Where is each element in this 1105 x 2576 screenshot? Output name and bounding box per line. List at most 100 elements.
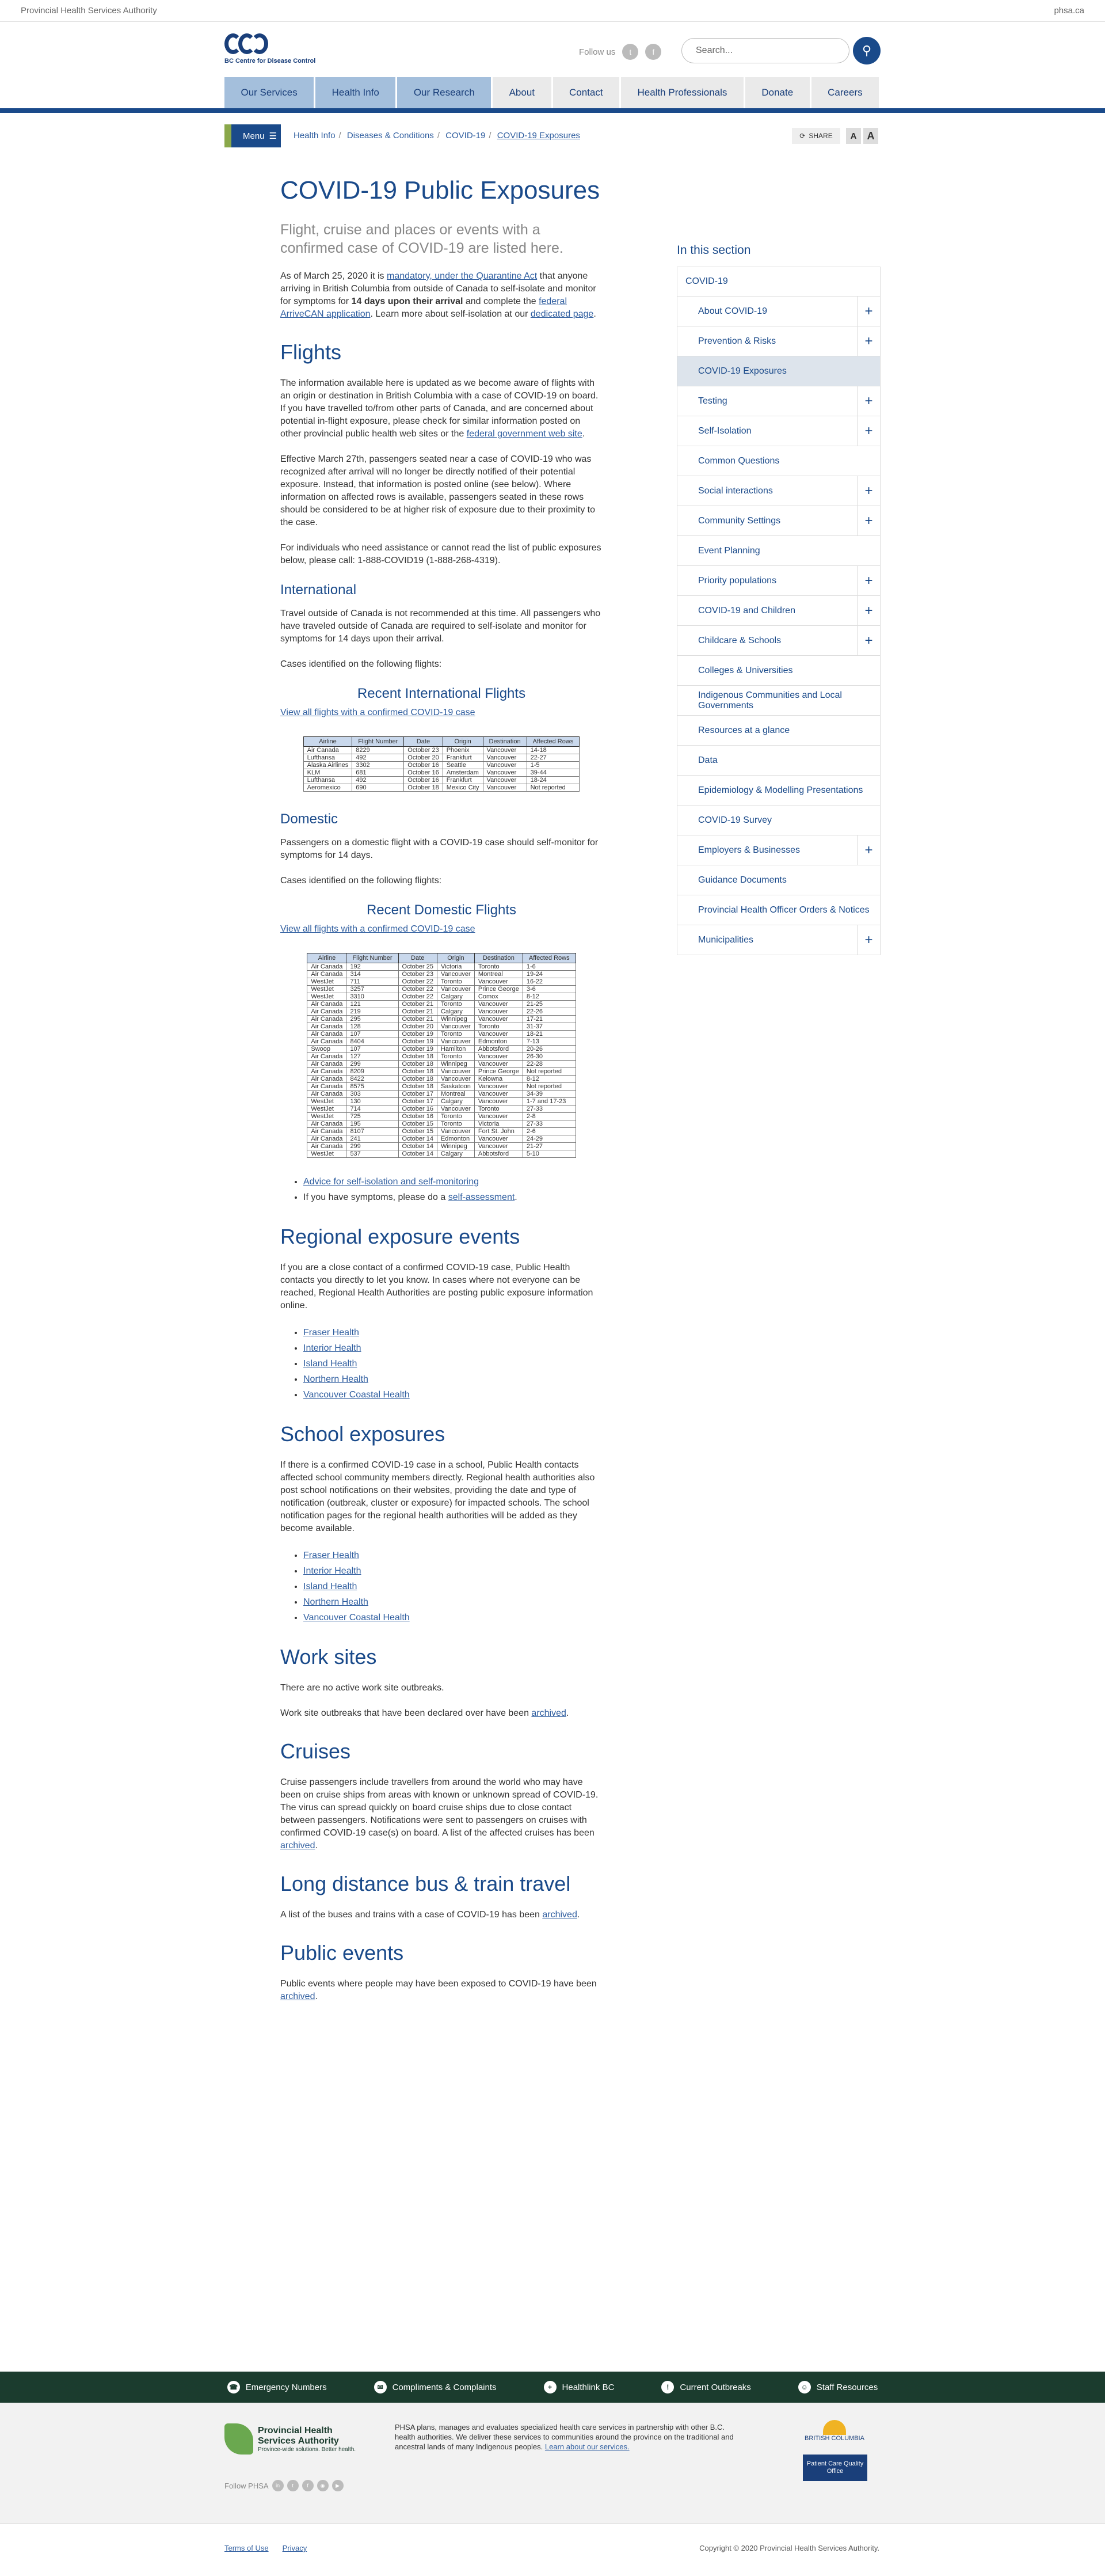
- expand-plus-icon[interactable]: +: [857, 416, 880, 446]
- vch-link[interactable]: Vancouver Coastal Health: [303, 1613, 410, 1623]
- nav-about[interactable]: About: [493, 77, 553, 108]
- sidebar-item[interactable]: Epidemiology & Modelling Presentations: [677, 776, 881, 806]
- events-archived-link[interactable]: archived: [280, 1992, 315, 2001]
- facebook-icon[interactable]: f: [302, 2480, 314, 2491]
- nav-our-services[interactable]: Our Services: [224, 77, 316, 108]
- expand-plus-icon[interactable]: +: [857, 476, 880, 506]
- phsa-link[interactable]: Provincial Health Services Authority: [21, 6, 157, 16]
- work-archived-link[interactable]: archived: [531, 1708, 566, 1718]
- quarantine-act-link[interactable]: mandatory, under the Quarantine Act: [387, 271, 537, 281]
- fraser-health-link[interactable]: Fraser Health: [303, 1551, 359, 1560]
- sidebar-item[interactable]: Priority populations +: [677, 566, 881, 596]
- crumb-covid[interactable]: COVID-19: [445, 131, 485, 140]
- expand-plus-icon[interactable]: +: [857, 566, 880, 595]
- font-smaller-button[interactable]: A: [846, 128, 861, 144]
- self-isolation-link[interactable]: dedicated page: [531, 309, 593, 319]
- expand-plus-icon[interactable]: +: [857, 297, 880, 326]
- expand-plus-icon[interactable]: +: [857, 626, 880, 655]
- cruise-archived-link[interactable]: archived: [280, 1841, 315, 1851]
- table-cell: 5-10: [522, 1150, 576, 1158]
- bus-archived-link[interactable]: archived: [542, 1910, 577, 1920]
- table-row: Air Canada 121 October 21 Toronto Vancouver 2…: [307, 1000, 576, 1008]
- interior-health-link[interactable]: Interior Health: [303, 1566, 361, 1576]
- expand-plus-icon[interactable]: +: [857, 506, 880, 535]
- sidebar-item[interactable]: Community Settings +: [677, 506, 881, 536]
- sidebar-item[interactable]: About COVID-19 +: [677, 297, 881, 326]
- twitter-icon[interactable]: t: [622, 44, 639, 60]
- sidebar-item[interactable]: Testing +: [677, 386, 881, 416]
- expand-plus-icon[interactable]: +: [857, 925, 880, 955]
- search-button[interactable]: ⚲: [853, 37, 881, 64]
- hamburger-icon: ☰: [269, 131, 277, 141]
- bc-government-logo[interactable]: BRITISH COLUMBIA: [800, 2420, 869, 2442]
- flights-paragraph-1: The information available here is update…: [280, 378, 599, 439]
- nav-health-professionals[interactable]: Health Professionals: [621, 77, 745, 108]
- share-button[interactable]: ⟳ SHARE: [792, 128, 840, 144]
- sidebar-item[interactable]: Provincial Health Officer Orders & Notic…: [677, 895, 881, 925]
- search-input[interactable]: Search...: [681, 38, 849, 63]
- sidebar-item[interactable]: Indigenous Communities and Local Governm…: [677, 686, 881, 716]
- sidebar-item[interactable]: Childcare & Schools +: [677, 626, 881, 656]
- sidebar-item[interactable]: Self-Isolation +: [677, 416, 881, 446]
- sidebar-item[interactable]: Employers & Businesses +: [677, 835, 881, 865]
- patient-care-quality-office-logo[interactable]: Patient Care Quality Office: [803, 2455, 867, 2481]
- sidebar-item[interactable]: Common Questions: [677, 446, 881, 476]
- sidebar-item[interactable]: Guidance Documents: [677, 865, 881, 895]
- sidebar-item[interactable]: COVID-19 and Children +: [677, 596, 881, 626]
- northern-health-link[interactable]: Northern Health: [303, 1374, 368, 1384]
- federal-site-link[interactable]: federal government web site: [467, 429, 582, 439]
- sidebar-item[interactable]: Municipalities +: [677, 925, 881, 955]
- sidebar-item[interactable]: COVID-19 Survey: [677, 806, 881, 835]
- dom-view-all-link[interactable]: View all flights with a confirmed COVID-…: [280, 924, 475, 934]
- twitter-icon[interactable]: t: [287, 2480, 299, 2491]
- intl-view-all-link[interactable]: View all flights with a confirmed COVID-…: [280, 708, 475, 717]
- sidebar-item[interactable]: COVID-19: [677, 267, 881, 297]
- expand-plus-icon[interactable]: +: [857, 386, 880, 416]
- sidebar-item[interactable]: Resources at a glance: [677, 716, 881, 746]
- current-outbreaks-link[interactable]: ! Current Outbreaks: [661, 2381, 751, 2393]
- fraser-health-link[interactable]: Fraser Health: [303, 1328, 359, 1338]
- phsa-logo[interactable]: Provincial Health Services Authority Prov…: [224, 2423, 361, 2455]
- crumb-health-info[interactable]: Health Info: [294, 131, 336, 140]
- expand-plus-icon[interactable]: +: [857, 326, 880, 356]
- menu-button[interactable]: Menu ☰: [224, 124, 281, 147]
- privacy-link[interactable]: Privacy: [283, 2544, 307, 2552]
- font-larger-button[interactable]: A: [863, 128, 878, 144]
- expand-plus-icon[interactable]: +: [857, 596, 880, 625]
- phsa-site-link[interactable]: phsa.ca: [1054, 6, 1084, 16]
- instagram-icon[interactable]: ◉: [317, 2480, 329, 2491]
- nav-our-research[interactable]: Our Research: [397, 77, 493, 108]
- advice-link[interactable]: Advice for self-isolation and self-monit…: [303, 1177, 479, 1187]
- bccdc-logo[interactable]: BC Centre for Disease Control: [224, 32, 315, 64]
- sidebar-item[interactable]: Event Planning: [677, 536, 881, 566]
- expand-plus-icon[interactable]: +: [857, 835, 880, 865]
- nav-contact[interactable]: Contact: [553, 77, 622, 108]
- sidebar-item[interactable]: Data: [677, 746, 881, 776]
- sidebar-item-label: Resources at a glance: [698, 725, 790, 735]
- healthlink-link[interactable]: + Healthlink BC: [543, 2381, 614, 2393]
- compliments-link[interactable]: ✉ Compliments & Complaints: [374, 2381, 497, 2393]
- northern-health-link[interactable]: Northern Health: [303, 1597, 368, 1607]
- linkedin-icon[interactable]: in: [272, 2480, 284, 2491]
- sidebar-item[interactable]: COVID-19 Exposures: [677, 356, 881, 386]
- emergency-numbers-link[interactable]: ☎ Emergency Numbers: [227, 2381, 327, 2393]
- staff-resources-link[interactable]: ☺ Staff Resources: [798, 2381, 878, 2393]
- terms-link[interactable]: Terms of Use: [224, 2544, 269, 2552]
- youtube-icon[interactable]: ▶: [332, 2480, 344, 2491]
- nav-donate[interactable]: Donate: [745, 77, 811, 108]
- self-assessment-link[interactable]: self-assessment: [448, 1192, 515, 1202]
- learn-services-link[interactable]: Learn about our services.: [545, 2442, 630, 2451]
- island-health-link[interactable]: Island Health: [303, 1359, 357, 1369]
- crumb-exposures[interactable]: COVID-19 Exposures: [497, 131, 580, 140]
- nav-careers[interactable]: Careers: [811, 77, 881, 108]
- facebook-icon[interactable]: f: [645, 44, 662, 60]
- nav-health-info[interactable]: Health Info: [315, 77, 398, 108]
- sidebar-item[interactable]: Colleges & Universities: [677, 656, 881, 686]
- sidebar-item[interactable]: Social interactions +: [677, 476, 881, 506]
- crumb-diseases[interactable]: Diseases & Conditions: [347, 131, 434, 140]
- interior-health-link[interactable]: Interior Health: [303, 1343, 361, 1353]
- sidebar-item[interactable]: Prevention & Risks +: [677, 326, 881, 356]
- vch-link[interactable]: Vancouver Coastal Health: [303, 1390, 410, 1400]
- sidebar-item-label: Prevention & Risks: [698, 336, 776, 346]
- island-health-link[interactable]: Island Health: [303, 1582, 357, 1591]
